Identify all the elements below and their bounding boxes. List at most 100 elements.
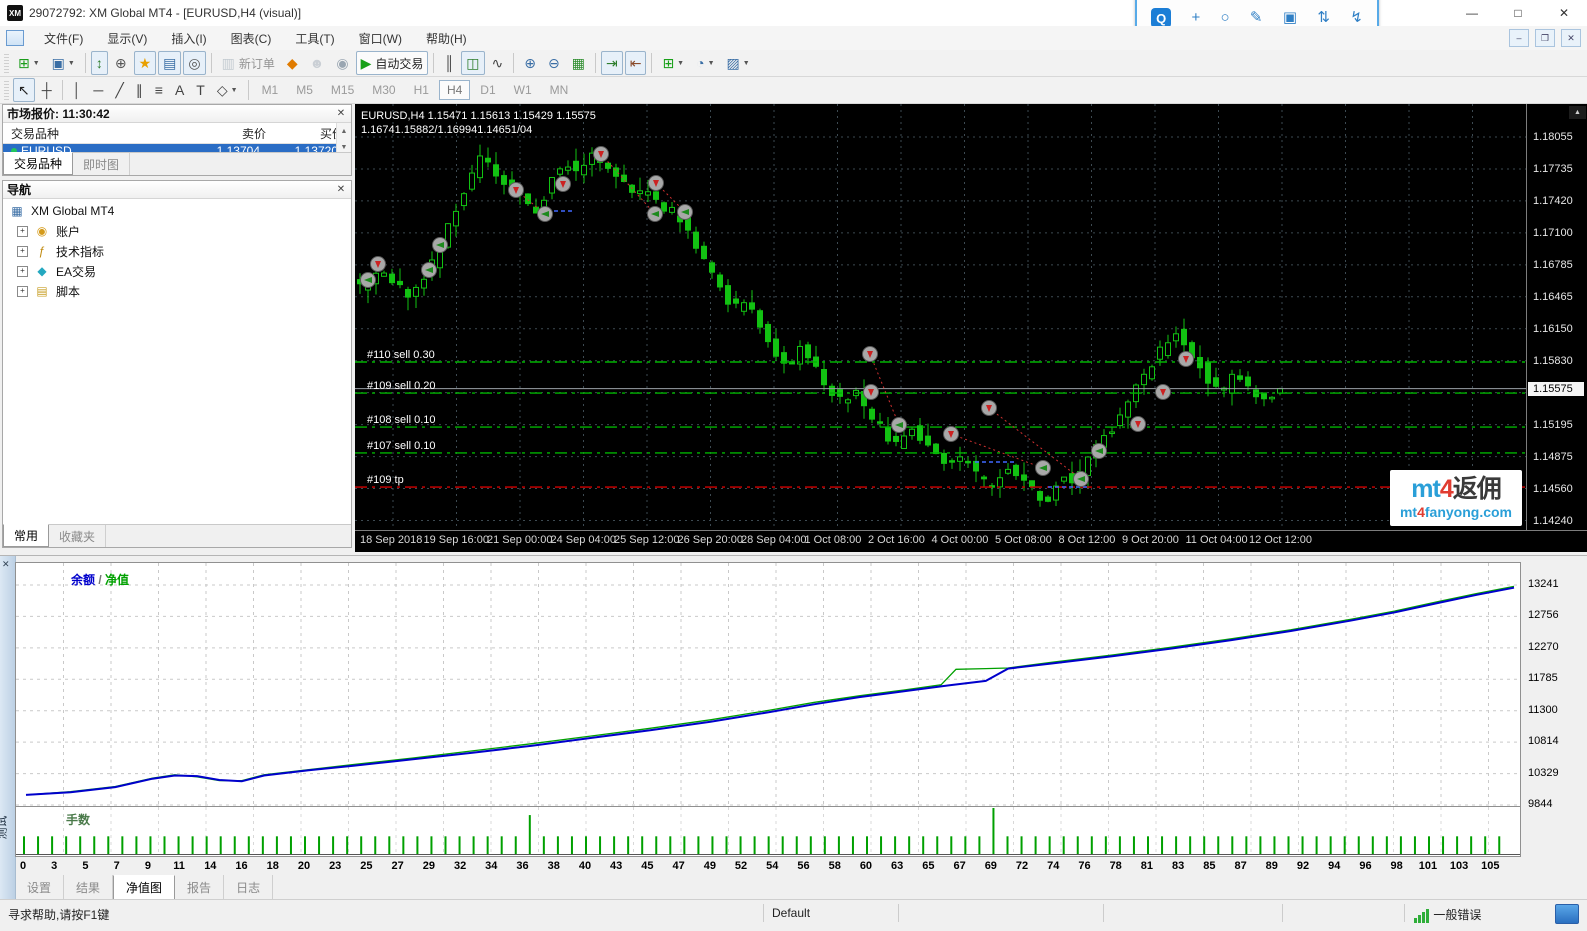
- sell-arrow-marker[interactable]: [594, 147, 609, 162]
- line-chart-button[interactable]: ∿: [487, 51, 509, 75]
- news-button[interactable]: ◉: [331, 51, 353, 75]
- autotrading-button[interactable]: ▶自动交易: [356, 51, 429, 75]
- expand-icon[interactable]: +: [17, 226, 28, 237]
- menu-c[interactable]: 图表(C): [219, 29, 284, 49]
- column-ask[interactable]: 买价: [266, 125, 344, 142]
- maximize-button[interactable]: □: [1495, 0, 1541, 26]
- close-button[interactable]: ✕: [1541, 0, 1587, 26]
- close-arrow-marker[interactable]: [433, 238, 448, 253]
- chevron-down-icon[interactable]: ▼: [231, 87, 238, 94]
- menu-f[interactable]: 文件(F): [32, 29, 95, 49]
- label-button[interactable]: T: [191, 78, 210, 102]
- close-icon[interactable]: ✕: [335, 184, 347, 195]
- mdi-close-button[interactable]: ✕: [1561, 29, 1581, 47]
- timeframe-m5[interactable]: M5: [288, 80, 321, 100]
- navigator-toggle[interactable]: ★: [134, 51, 157, 75]
- data-window-button[interactable]: ⊕: [110, 51, 132, 75]
- metaeditor-button[interactable]: ◆: [282, 51, 303, 75]
- close-arrow-marker[interactable]: [892, 418, 907, 433]
- navigator-root[interactable]: ▦XM Global MT4: [3, 201, 351, 221]
- column-bid[interactable]: 卖价: [171, 125, 266, 142]
- close-arrow-marker[interactable]: [538, 207, 553, 222]
- autoscroll-toggle[interactable]: ⇥: [601, 51, 623, 75]
- scroll-up-icon[interactable]: ▲: [336, 123, 351, 139]
- tester-tab-日志[interactable]: 日志: [224, 875, 273, 900]
- sell-arrow-marker[interactable]: [1156, 385, 1171, 400]
- equity-chart-area[interactable]: 余额 / 净值: [15, 562, 1521, 807]
- scroll-up-icon[interactable]: ▲: [1569, 106, 1586, 119]
- timeframe-m30[interactable]: M30: [364, 80, 403, 100]
- text-button[interactable]: A: [170, 78, 189, 102]
- column-symbol[interactable]: 交易品种: [3, 125, 171, 142]
- timeframe-d1[interactable]: D1: [472, 80, 503, 100]
- menu-i[interactable]: 插入(I): [159, 29, 218, 49]
- shape-tool-icon[interactable]: ○: [1221, 8, 1230, 28]
- tester-tab-设置[interactable]: 设置: [15, 875, 64, 900]
- shapes-button[interactable]: ◇▼: [212, 78, 243, 102]
- sell-arrow-marker[interactable]: [864, 385, 879, 400]
- navigator-item-账户[interactable]: +◉账户: [3, 221, 351, 241]
- timeframe-m1[interactable]: M1: [254, 80, 287, 100]
- navigator-item-EA交易[interactable]: +◆EA交易: [3, 261, 351, 281]
- navigator-tab[interactable]: 收藏夹: [49, 525, 106, 547]
- sell-arrow-marker[interactable]: [1131, 417, 1146, 432]
- menu-h[interactable]: 帮助(H): [414, 29, 479, 49]
- chevron-down-icon[interactable]: ▼: [33, 60, 40, 67]
- zoom-out-button[interactable]: ⊖: [543, 51, 565, 75]
- lots-histogram-area[interactable]: 手数: [15, 807, 1521, 857]
- trendline-button[interactable]: ╱: [110, 78, 128, 102]
- sell-arrow-marker[interactable]: [1179, 352, 1194, 367]
- profiles-button[interactable]: ▣▼: [47, 51, 80, 75]
- close-arrow-marker[interactable]: [361, 273, 376, 288]
- sell-arrow-marker[interactable]: [509, 183, 524, 198]
- chevron-down-icon[interactable]: ▼: [743, 60, 750, 67]
- strategy-tester-toggle[interactable]: ◎: [183, 51, 205, 75]
- templates-button[interactable]: ▨▼: [722, 51, 755, 75]
- tile-windows-button[interactable]: ▦: [567, 51, 590, 75]
- tester-tab-报告[interactable]: 报告: [175, 875, 224, 900]
- periods-button[interactable]: ◔▼: [691, 51, 719, 75]
- channel-button[interactable]: ∥: [131, 78, 148, 102]
- market-watch-toggle[interactable]: ↕: [91, 51, 108, 75]
- mdi-minimize-button[interactable]: –: [1509, 29, 1529, 47]
- minimize-button[interactable]: —: [1449, 0, 1495, 26]
- terminal-toggle[interactable]: ▤: [158, 51, 181, 75]
- navigator-item-技术指标[interactable]: +ƒ技术指标: [3, 241, 351, 261]
- cursor-button[interactable]: ↖: [13, 78, 35, 102]
- timeframe-m15[interactable]: M15: [323, 80, 362, 100]
- vline-button[interactable]: │: [68, 78, 87, 102]
- close-arrow-marker[interactable]: [1092, 444, 1107, 459]
- expand-icon[interactable]: +: [17, 266, 28, 277]
- navigator-tab[interactable]: 常用: [3, 524, 49, 547]
- fibonacci-button[interactable]: ≡: [150, 78, 168, 102]
- status-profile[interactable]: Default: [772, 906, 810, 920]
- close-arrow-marker[interactable]: [1036, 461, 1051, 476]
- sell-arrow-marker[interactable]: [649, 176, 664, 191]
- price-chart-canvas[interactable]: #110 sell 0.30#109 sell 0.20#108 sell 0.…: [355, 104, 1526, 530]
- updown-arrows-icon[interactable]: ⇅: [1317, 8, 1330, 28]
- chevron-down-icon[interactable]: ▼: [68, 60, 75, 67]
- close-icon[interactable]: ✕: [335, 108, 347, 119]
- close-arrow-marker[interactable]: [1074, 472, 1089, 487]
- chart-window[interactable]: #110 sell 0.30#109 sell 0.20#108 sell 0.…: [355, 104, 1587, 552]
- frame-tool-icon[interactable]: +: [1191, 8, 1200, 28]
- wrench-tool-icon[interactable]: ↯: [1350, 8, 1363, 28]
- timeframe-h1[interactable]: H1: [406, 80, 437, 100]
- mdi-restore-button[interactable]: ❐: [1535, 29, 1555, 47]
- menu-w[interactable]: 窗口(W): [347, 29, 414, 49]
- menu-v[interactable]: 显示(V): [95, 29, 159, 49]
- market-watch-tab[interactable]: 即时图: [73, 153, 130, 175]
- chart-shift-toggle[interactable]: ⇤: [625, 51, 647, 75]
- pen-tool-icon[interactable]: ✎: [1250, 8, 1263, 28]
- screenshot-app-icon[interactable]: Q: [1151, 8, 1171, 28]
- timeframe-w1[interactable]: W1: [506, 80, 540, 100]
- hline-button[interactable]: ─: [88, 78, 108, 102]
- chevron-down-icon[interactable]: ▼: [708, 60, 715, 67]
- close-arrow-marker[interactable]: [648, 207, 663, 222]
- timeframe-h4[interactable]: H4: [439, 80, 470, 100]
- indicators-button[interactable]: ⊞▼: [657, 51, 689, 75]
- note-tool-icon[interactable]: ▣: [1283, 8, 1297, 28]
- market-watch-tab[interactable]: 交易品种: [3, 152, 73, 175]
- new-chart-button[interactable]: ⊞▼: [13, 51, 45, 75]
- zoom-in-button[interactable]: ⊕: [519, 51, 541, 75]
